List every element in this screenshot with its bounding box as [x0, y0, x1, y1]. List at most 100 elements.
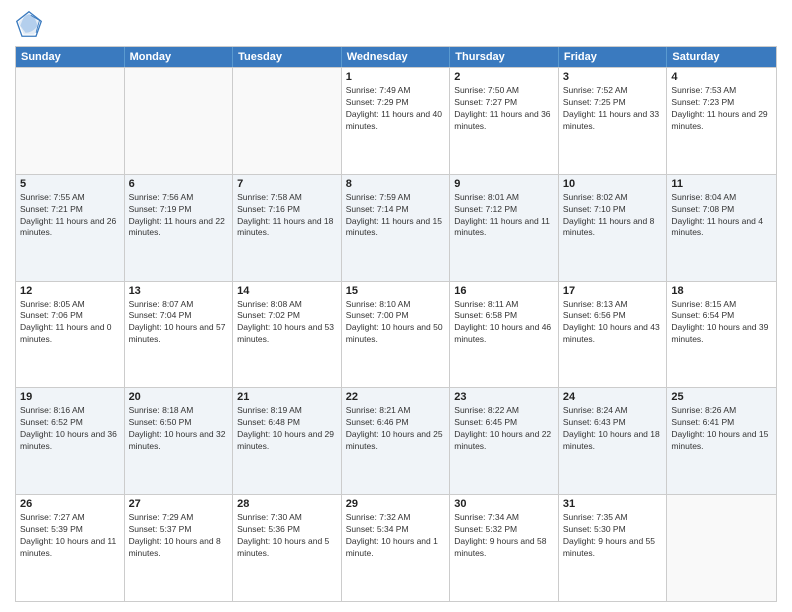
cell-info: Sunrise: 7:50 AMSunset: 7:27 PMDaylight:…	[454, 85, 554, 133]
day-header-saturday: Saturday	[667, 47, 776, 67]
day-header-monday: Monday	[125, 47, 234, 67]
calendar-cell-empty	[233, 68, 342, 174]
calendar-cell-18: 18 Sunrise: 8:15 AMSunset: 6:54 PMDayligh…	[667, 282, 776, 388]
calendar-cell-12: 12 Sunrise: 8:05 AMSunset: 7:06 PMDayligh…	[16, 282, 125, 388]
calendar-cell-9: 9 Sunrise: 8:01 AMSunset: 7:12 PMDaylight…	[450, 175, 559, 281]
calendar-cell-1: 1 Sunrise: 7:49 AMSunset: 7:29 PMDaylight…	[342, 68, 451, 174]
cell-info: Sunrise: 8:02 AMSunset: 7:10 PMDaylight:…	[563, 192, 663, 240]
calendar-cell-24: 24Sunrise: 8:24 AMSunset: 6:43 PMDayligh…	[559, 388, 668, 494]
cell-info: Sunrise: 7:58 AMSunset: 7:16 PMDaylight:…	[237, 192, 337, 240]
day-number: 25	[671, 391, 772, 403]
calendar-row-2: 12 Sunrise: 8:05 AMSunset: 7:06 PMDayligh…	[16, 281, 776, 388]
day-number: 26	[20, 498, 120, 510]
calendar-cell-10: 10 Sunrise: 8:02 AMSunset: 7:10 PMDayligh…	[559, 175, 668, 281]
day-number: 4	[671, 71, 772, 83]
day-number: 10	[563, 178, 663, 190]
day-header-thursday: Thursday	[450, 47, 559, 67]
calendar-cell-empty	[667, 495, 776, 601]
day-number: 21	[237, 391, 337, 403]
day-number: 16	[454, 285, 554, 297]
calendar-cell-6: 6Sunrise: 7:56 AMSunset: 7:19 PMDaylight…	[125, 175, 234, 281]
day-number: 29	[346, 498, 446, 510]
calendar-row-0: 1 Sunrise: 7:49 AMSunset: 7:29 PMDaylight…	[16, 67, 776, 174]
calendar-cell-3: 3 Sunrise: 7:52 AMSunset: 7:25 PMDaylight…	[559, 68, 668, 174]
calendar-cell-23: 23 Sunrise: 8:22 AMSunset: 6:45 PMDayligh…	[450, 388, 559, 494]
calendar-cell-16: 16 Sunrise: 8:11 AMSunset: 6:58 PMDayligh…	[450, 282, 559, 388]
calendar-cell-4: 4 Sunrise: 7:53 AMSunset: 7:23 PMDaylight…	[667, 68, 776, 174]
calendar-cell-28: 28Sunrise: 7:30 AMSunset: 5:36 PMDayligh…	[233, 495, 342, 601]
cell-info: Sunrise: 7:27 AMSunset: 5:39 PMDaylight:…	[20, 512, 120, 560]
cell-info: Sunrise: 8:10 AMSunset: 7:00 PMDaylight:…	[346, 299, 446, 347]
cell-info: Sunrise: 8:01 AMSunset: 7:12 PMDaylight:…	[454, 192, 554, 240]
calendar-cell-22: 22 Sunrise: 8:21 AMSunset: 6:46 PMDayligh…	[342, 388, 451, 494]
calendar-cell-5: 5 Sunrise: 7:55 AMSunset: 7:21 PMDaylight…	[16, 175, 125, 281]
day-number: 24	[563, 391, 663, 403]
cell-info: Sunrise: 7:55 AMSunset: 7:21 PMDaylight:…	[20, 192, 120, 240]
calendar: SundayMondayTuesdayWednesdayThursdayFrid…	[15, 46, 777, 602]
calendar-cell-20: 20Sunrise: 8:18 AMSunset: 6:50 PMDayligh…	[125, 388, 234, 494]
calendar-cell-empty	[16, 68, 125, 174]
cell-info: Sunrise: 8:19 AMSunset: 6:48 PMDaylight:…	[237, 405, 337, 453]
day-header-sunday: Sunday	[16, 47, 125, 67]
day-number: 14	[237, 285, 337, 297]
cell-info: Sunrise: 8:21 AMSunset: 6:46 PMDaylight:…	[346, 405, 446, 453]
day-number: 13	[129, 285, 229, 297]
day-number: 27	[129, 498, 229, 510]
calendar-cell-7: 7 Sunrise: 7:58 AMSunset: 7:16 PMDaylight…	[233, 175, 342, 281]
cell-info: Sunrise: 8:07 AMSunset: 7:04 PMDaylight:…	[129, 299, 229, 347]
day-header-friday: Friday	[559, 47, 668, 67]
calendar-cell-19: 19Sunrise: 8:16 AMSunset: 6:52 PMDayligh…	[16, 388, 125, 494]
day-header-tuesday: Tuesday	[233, 47, 342, 67]
calendar-cell-21: 21 Sunrise: 8:19 AMSunset: 6:48 PMDayligh…	[233, 388, 342, 494]
cell-info: Sunrise: 8:22 AMSunset: 6:45 PMDaylight:…	[454, 405, 554, 453]
calendar-cell-13: 13 Sunrise: 8:07 AMSunset: 7:04 PMDayligh…	[125, 282, 234, 388]
cell-info: Sunrise: 7:35 AMSunset: 5:30 PMDaylight:…	[563, 512, 663, 560]
cell-info: Sunrise: 7:53 AMSunset: 7:23 PMDaylight:…	[671, 85, 772, 133]
cell-info: Sunrise: 7:34 AMSunset: 5:32 PMDaylight:…	[454, 512, 554, 560]
cell-info: Sunrise: 7:59 AMSunset: 7:14 PMDaylight:…	[346, 192, 446, 240]
calendar-cell-8: 8 Sunrise: 7:59 AMSunset: 7:14 PMDaylight…	[342, 175, 451, 281]
cell-info: Sunrise: 7:56 AMSunset: 7:19 PMDaylight:…	[129, 192, 229, 240]
cell-info: Sunrise: 8:11 AMSunset: 6:58 PMDaylight:…	[454, 299, 554, 347]
day-number: 8	[346, 178, 446, 190]
cell-info: Sunrise: 8:04 AMSunset: 7:08 PMDaylight:…	[671, 192, 772, 240]
logo	[15, 10, 47, 38]
page: SundayMondayTuesdayWednesdayThursdayFrid…	[0, 0, 792, 612]
calendar-cell-25: 25 Sunrise: 8:26 AMSunset: 6:41 PMDayligh…	[667, 388, 776, 494]
calendar-cell-29: 29 Sunrise: 7:32 AMSunset: 5:34 PMDayligh…	[342, 495, 451, 601]
day-header-wednesday: Wednesday	[342, 47, 451, 67]
day-number: 15	[346, 285, 446, 297]
cell-info: Sunrise: 8:05 AMSunset: 7:06 PMDaylight:…	[20, 299, 120, 347]
day-number: 23	[454, 391, 554, 403]
calendar-cell-15: 15 Sunrise: 8:10 AMSunset: 7:00 PMDayligh…	[342, 282, 451, 388]
day-number: 18	[671, 285, 772, 297]
calendar-cell-11: 11Sunrise: 8:04 AMSunset: 7:08 PMDayligh…	[667, 175, 776, 281]
day-number: 7	[237, 178, 337, 190]
day-number: 12	[20, 285, 120, 297]
day-number: 1	[346, 71, 446, 83]
calendar-body: 1 Sunrise: 7:49 AMSunset: 7:29 PMDaylight…	[16, 67, 776, 601]
calendar-cell-17: 17 Sunrise: 8:13 AMSunset: 6:56 PMDayligh…	[559, 282, 668, 388]
day-number: 28	[237, 498, 337, 510]
cell-info: Sunrise: 8:16 AMSunset: 6:52 PMDaylight:…	[20, 405, 120, 453]
day-number: 22	[346, 391, 446, 403]
calendar-cell-2: 2 Sunrise: 7:50 AMSunset: 7:27 PMDaylight…	[450, 68, 559, 174]
calendar-cell-31: 31 Sunrise: 7:35 AMSunset: 5:30 PMDayligh…	[559, 495, 668, 601]
cell-info: Sunrise: 8:26 AMSunset: 6:41 PMDaylight:…	[671, 405, 772, 453]
day-number: 5	[20, 178, 120, 190]
day-number: 9	[454, 178, 554, 190]
day-number: 2	[454, 71, 554, 83]
day-number: 30	[454, 498, 554, 510]
cell-info: Sunrise: 8:13 AMSunset: 6:56 PMDaylight:…	[563, 299, 663, 347]
cell-info: Sunrise: 7:49 AMSunset: 7:29 PMDaylight:…	[346, 85, 446, 133]
day-number: 20	[129, 391, 229, 403]
day-number: 31	[563, 498, 663, 510]
day-number: 17	[563, 285, 663, 297]
calendar-cell-30: 30 Sunrise: 7:34 AMSunset: 5:32 PMDayligh…	[450, 495, 559, 601]
cell-info: Sunrise: 7:52 AMSunset: 7:25 PMDaylight:…	[563, 85, 663, 133]
day-number: 3	[563, 71, 663, 83]
cell-info: Sunrise: 8:15 AMSunset: 6:54 PMDaylight:…	[671, 299, 772, 347]
calendar-header: SundayMondayTuesdayWednesdayThursdayFrid…	[16, 47, 776, 67]
cell-info: Sunrise: 7:32 AMSunset: 5:34 PMDaylight:…	[346, 512, 446, 560]
calendar-row-3: 19Sunrise: 8:16 AMSunset: 6:52 PMDayligh…	[16, 387, 776, 494]
